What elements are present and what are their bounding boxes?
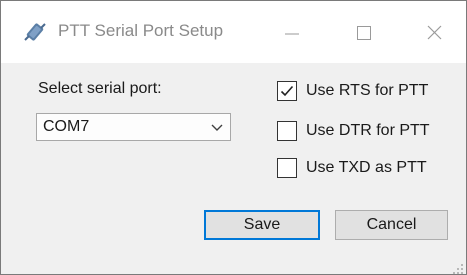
dtr-label: Use DTR for PTT	[306, 122, 430, 139]
chevron-down-icon	[210, 120, 224, 134]
minimize-icon	[285, 33, 299, 35]
txd-checkbox[interactable]	[277, 158, 297, 178]
save-button[interactable]: Save	[204, 210, 320, 240]
dialog-window: PTT Serial Port Setup Select serial port…	[0, 0, 467, 275]
maximize-icon	[357, 26, 371, 40]
selected-port-value: COM7	[43, 118, 90, 135]
title-bar[interactable]: PTT Serial Port Setup	[1, 1, 466, 63]
serial-port-select[interactable]: COM7	[36, 113, 231, 141]
cancel-button[interactable]: Cancel	[335, 210, 448, 240]
txd-label: Use TXD as PTT	[306, 159, 427, 176]
rts-label: Use RTS for PTT	[306, 82, 429, 99]
serial-port-label: Select serial port:	[38, 80, 162, 97]
close-icon	[427, 25, 442, 40]
rts-checkbox[interactable]	[277, 81, 297, 101]
window-title: PTT Serial Port Setup	[58, 21, 224, 40]
dtr-checkbox[interactable]	[277, 121, 297, 141]
checkmark-icon	[280, 85, 294, 97]
maximize-button[interactable]	[335, 1, 391, 63]
minimize-button[interactable]	[264, 1, 320, 63]
resize-grip-icon[interactable]	[453, 261, 463, 274]
close-button[interactable]	[406, 1, 462, 63]
serial-plug-icon	[23, 22, 47, 42]
